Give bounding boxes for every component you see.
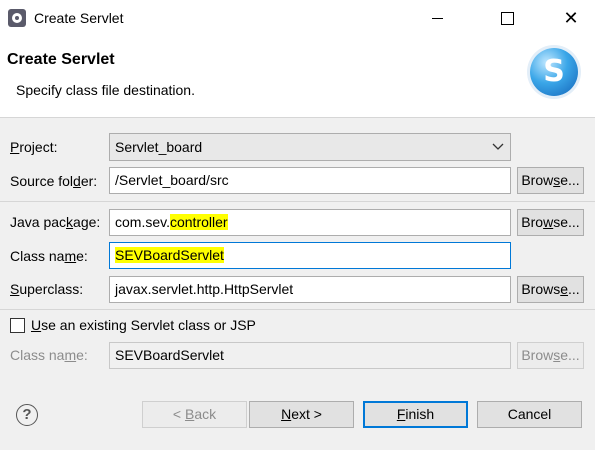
use-existing-label[interactable]: Use an existing Servlet class or JSP [31, 317, 256, 333]
next-button[interactable]: Next > [249, 401, 354, 428]
wizard-header: Create Servlet Specify class file destin… [0, 36, 595, 118]
source-folder-input[interactable]: /Servlet_board/src [109, 167, 511, 194]
existing-class-name-label-post: e: [76, 347, 88, 363]
existing-class-browse-pre: Brow [521, 347, 554, 363]
source-folder-label-post: er: [80, 173, 98, 189]
java-package-browse-button[interactable]: Browse... [517, 209, 584, 236]
cancel-button[interactable]: Cancel [477, 401, 582, 428]
window-title: Create Servlet [34, 10, 124, 26]
java-package-value-plain: com.sev. [115, 214, 170, 230]
java-package-browse-post: se... [553, 214, 580, 230]
source-folder-browse-pre: Brow [521, 172, 554, 188]
use-existing-mnemonic: U [31, 317, 42, 333]
title-bar: Create Servlet ✕ [0, 0, 595, 36]
source-folder-label-pre: Source fol [10, 173, 74, 189]
servlet-logo-icon: S [530, 48, 578, 96]
java-package-value-highlight: controller [169, 214, 228, 230]
finish-button-post: inish [405, 406, 435, 422]
finish-button[interactable]: Finish [363, 401, 468, 428]
superclass-label-text: uperclass: [19, 281, 84, 297]
class-name-mnemonic: m [64, 248, 77, 264]
next-button-mnemonic: N [281, 406, 292, 422]
chevron-down-icon [492, 143, 504, 150]
source-folder-mnemonic: d [73, 173, 81, 189]
superclass-browse-mnemonic: e [560, 281, 569, 297]
superclass-label: Superclass: [10, 281, 83, 297]
next-button-post: ext > [291, 406, 322, 422]
class-name-label-pre: Class na [10, 248, 65, 264]
source-folder-browse-post: e... [560, 172, 580, 188]
eclipse-app-icon [8, 9, 26, 27]
java-package-browse-pre: Bro [521, 214, 544, 230]
superclass-input[interactable]: javax.servlet.http.HttpServlet [109, 276, 511, 303]
java-package-label-pre: Java pac [10, 214, 67, 230]
separator [0, 201, 595, 202]
back-button-post: ack [194, 406, 217, 422]
back-button-pre: < [172, 406, 185, 422]
superclass-browse-button[interactable]: Browse... [517, 276, 584, 303]
class-name-value: SEVBoardServlet [115, 247, 224, 263]
separator [0, 309, 595, 310]
superclass-value: javax.servlet.http.HttpServlet [115, 281, 294, 297]
existing-class-name-value: SEVBoardServlet [115, 347, 224, 363]
close-button[interactable]: ✕ [548, 0, 594, 36]
class-name-label-post: e: [76, 248, 88, 264]
project-select[interactable]: Servlet_board [109, 133, 511, 161]
maximize-button[interactable] [483, 0, 529, 36]
java-package-input[interactable]: com.sev.controller [109, 209, 511, 236]
existing-class-name-input[interactable]: SEVBoardServlet [109, 342, 511, 369]
project-label-text: roject: [19, 139, 58, 155]
help-icon[interactable]: ? [16, 404, 38, 426]
back-button-mnemonic: B [184, 406, 195, 422]
back-button[interactable]: < Back [142, 401, 247, 428]
source-folder-value: /Servlet_board/src [115, 172, 229, 188]
superclass-browse-post: ... [568, 281, 580, 297]
class-name-label: Class name: [10, 248, 88, 264]
project-label: Project: [10, 139, 57, 155]
existing-class-name-mnemonic: m [64, 347, 77, 363]
class-name-input[interactable]: SEVBoardServlet [109, 242, 511, 269]
existing-class-name-label: Class name: [10, 347, 88, 363]
minimize-button[interactable] [414, 0, 460, 36]
use-existing-label-text: se an existing Servlet class or JSP [41, 317, 256, 333]
existing-class-browse-button[interactable]: Browse... [517, 342, 584, 369]
existing-class-browse-post: e... [560, 347, 580, 363]
source-folder-label: Source folder: [10, 173, 97, 189]
use-existing-checkbox[interactable] [10, 318, 25, 333]
superclass-mnemonic: S [10, 281, 20, 297]
project-select-value: Servlet_board [115, 139, 203, 155]
java-package-browse-mnemonic: w [543, 214, 554, 230]
project-mnemonic: P [10, 139, 20, 155]
java-package-label-post: age: [73, 214, 101, 230]
wizard-title: Create Servlet [7, 51, 115, 68]
java-package-label: Java package: [10, 214, 100, 230]
java-package-mnemonic: k [66, 214, 74, 230]
source-folder-browse-button[interactable]: Browse... [517, 167, 584, 194]
superclass-browse-pre: Brows [521, 281, 561, 297]
existing-class-name-label-pre: Class na [10, 347, 65, 363]
wizard-description: Specify class file destination. [16, 82, 195, 98]
